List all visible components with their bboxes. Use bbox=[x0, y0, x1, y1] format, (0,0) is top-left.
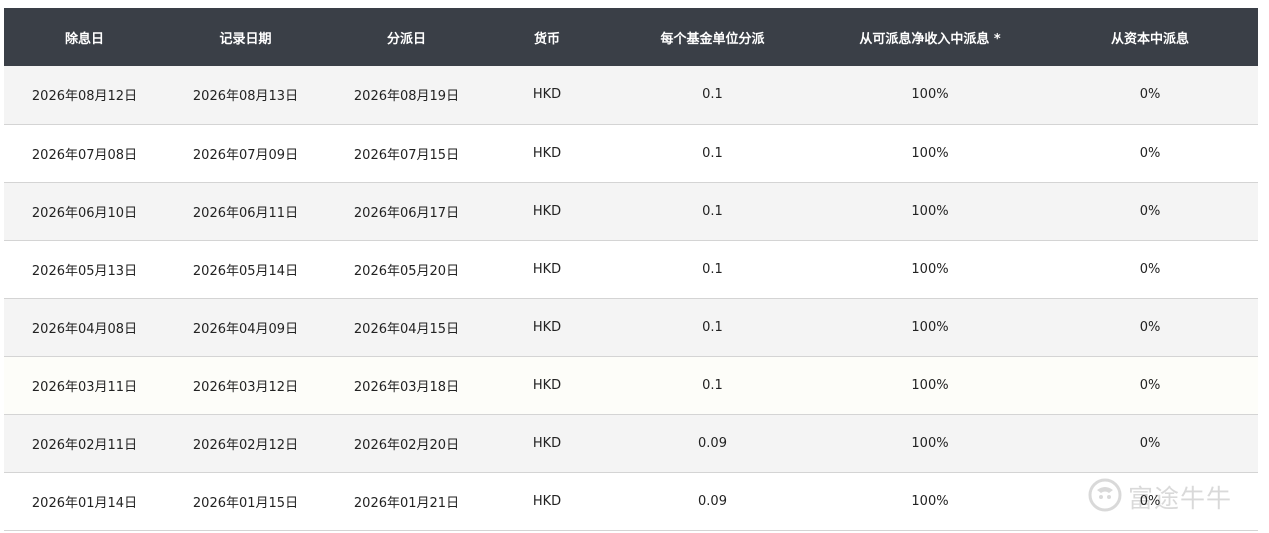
cell-currency: HKD bbox=[532, 435, 562, 451]
cell-currency: HKD bbox=[532, 145, 562, 161]
cell-currency: HKD bbox=[532, 319, 562, 335]
cell-payment-date: 2026年04月15日 bbox=[353, 321, 460, 337]
cell-capital-pct: 0% bbox=[1139, 261, 1161, 277]
cell-capital-pct: 0% bbox=[1139, 319, 1161, 335]
cell-capital-pct: 0% bbox=[1139, 493, 1161, 509]
cell-currency: HKD bbox=[532, 203, 562, 219]
cell-record-date: 2026年05月14日 bbox=[192, 263, 299, 279]
cell-distribution: 0.1 bbox=[702, 377, 723, 393]
cell-currency: HKD bbox=[532, 377, 562, 393]
cell-payment-date: 2026年03月18日 bbox=[353, 379, 460, 395]
cell-record-date: 2026年08月13日 bbox=[192, 89, 299, 105]
table-row: 2026年06月10日 2026年06月11日 2026年06月17日 HKD … bbox=[4, 182, 1258, 240]
table-row: 2026年04月08日 2026年04月09日 2026年04月15日 HKD … bbox=[4, 298, 1258, 356]
cell-distribution: 0.09 bbox=[698, 493, 727, 509]
cell-currency: HKD bbox=[532, 87, 562, 103]
cell-currency: HKD bbox=[532, 261, 562, 277]
cell-payment-date: 2026年06月17日 bbox=[353, 205, 460, 221]
cell-capital-pct: 0% bbox=[1139, 87, 1161, 103]
header-record-date: 记录日期 bbox=[219, 31, 272, 47]
table-row: 2026年02月11日 2026年02月12日 2026年02月20日 HKD … bbox=[4, 414, 1258, 472]
cell-record-date: 2026年07月09日 bbox=[192, 147, 299, 163]
cell-payment-date: 2026年02月20日 bbox=[353, 437, 460, 453]
table-header-row: 除息日 记录日期 分派日 货币 每个基金单位分派 从可派息净收入中派息 * 从资… bbox=[4, 8, 1258, 66]
cell-net-income-pct: 100% bbox=[911, 87, 949, 103]
table-row: 2026年07月08日 2026年07月09日 2026年07月15日 HKD … bbox=[4, 124, 1258, 182]
header-from-capital: 从资本中派息 bbox=[1110, 31, 1189, 47]
cell-ex-dividend-date: 2026年03月11日 bbox=[31, 379, 138, 395]
cell-net-income-pct: 100% bbox=[911, 203, 949, 219]
cell-record-date: 2026年01月15日 bbox=[192, 495, 299, 511]
cell-ex-dividend-date: 2026年05月13日 bbox=[31, 263, 138, 279]
header-currency: 货币 bbox=[533, 31, 560, 47]
cell-record-date: 2026年06月11日 bbox=[192, 205, 299, 221]
cell-record-date: 2026年02月12日 bbox=[192, 437, 299, 453]
cell-capital-pct: 0% bbox=[1139, 377, 1161, 393]
cell-net-income-pct: 100% bbox=[911, 377, 949, 393]
header-from-net-income: 从可派息净收入中派息 * bbox=[859, 31, 1001, 47]
cell-payment-date: 2026年08月19日 bbox=[353, 89, 460, 105]
cell-distribution: 0.09 bbox=[698, 435, 727, 451]
table-row: 2026年05月13日 2026年05月14日 2026年05月20日 HKD … bbox=[4, 240, 1258, 298]
table-row: 2026年08月12日 2026年08月13日 2026年08月19日 HKD … bbox=[4, 66, 1258, 124]
cell-currency: HKD bbox=[532, 493, 562, 509]
dividend-table-container: 除息日 记录日期 分派日 货币 每个基金单位分派 从可派息净收入中派息 * 从资… bbox=[4, 8, 1258, 531]
cell-ex-dividend-date: 2026年08月12日 bbox=[31, 89, 138, 105]
cell-ex-dividend-date: 2026年02月11日 bbox=[31, 437, 138, 453]
cell-record-date: 2026年04月09日 bbox=[192, 321, 299, 337]
cell-distribution: 0.1 bbox=[702, 87, 723, 103]
cell-distribution: 0.1 bbox=[702, 145, 723, 161]
cell-capital-pct: 0% bbox=[1139, 435, 1161, 451]
cell-net-income-pct: 100% bbox=[911, 493, 949, 509]
cell-distribution: 0.1 bbox=[702, 319, 723, 335]
header-distribution-per-unit: 每个基金单位分派 bbox=[660, 31, 765, 47]
cell-ex-dividend-date: 2026年06月10日 bbox=[31, 205, 138, 221]
cell-record-date: 2026年03月12日 bbox=[192, 379, 299, 395]
cell-capital-pct: 0% bbox=[1139, 203, 1161, 219]
cell-payment-date: 2026年07月15日 bbox=[353, 147, 460, 163]
cell-distribution: 0.1 bbox=[702, 261, 723, 277]
cell-net-income-pct: 100% bbox=[911, 261, 949, 277]
cell-ex-dividend-date: 2026年04月08日 bbox=[31, 321, 138, 337]
table-row: 2026年01月14日 2026年01月15日 2026年01月21日 HKD … bbox=[4, 472, 1258, 530]
cell-net-income-pct: 100% bbox=[911, 145, 949, 161]
cell-payment-date: 2026年01月21日 bbox=[353, 495, 460, 511]
header-payment-date: 分派日 bbox=[386, 31, 426, 47]
cell-payment-date: 2026年05月20日 bbox=[353, 263, 460, 279]
cell-ex-dividend-date: 2026年01月14日 bbox=[31, 495, 138, 511]
header-ex-dividend-date: 除息日 bbox=[64, 31, 104, 47]
cell-net-income-pct: 100% bbox=[911, 319, 949, 335]
cell-net-income-pct: 100% bbox=[911, 435, 949, 451]
cell-ex-dividend-date: 2026年07月08日 bbox=[31, 147, 138, 163]
cell-distribution: 0.1 bbox=[702, 203, 723, 219]
dividend-table: 除息日 记录日期 分派日 货币 每个基金单位分派 从可派息净收入中派息 * 从资… bbox=[4, 8, 1258, 531]
cell-capital-pct: 0% bbox=[1139, 145, 1161, 161]
table-row: 2026年03月11日 2026年03月12日 2026年03月18日 HKD … bbox=[4, 356, 1258, 414]
